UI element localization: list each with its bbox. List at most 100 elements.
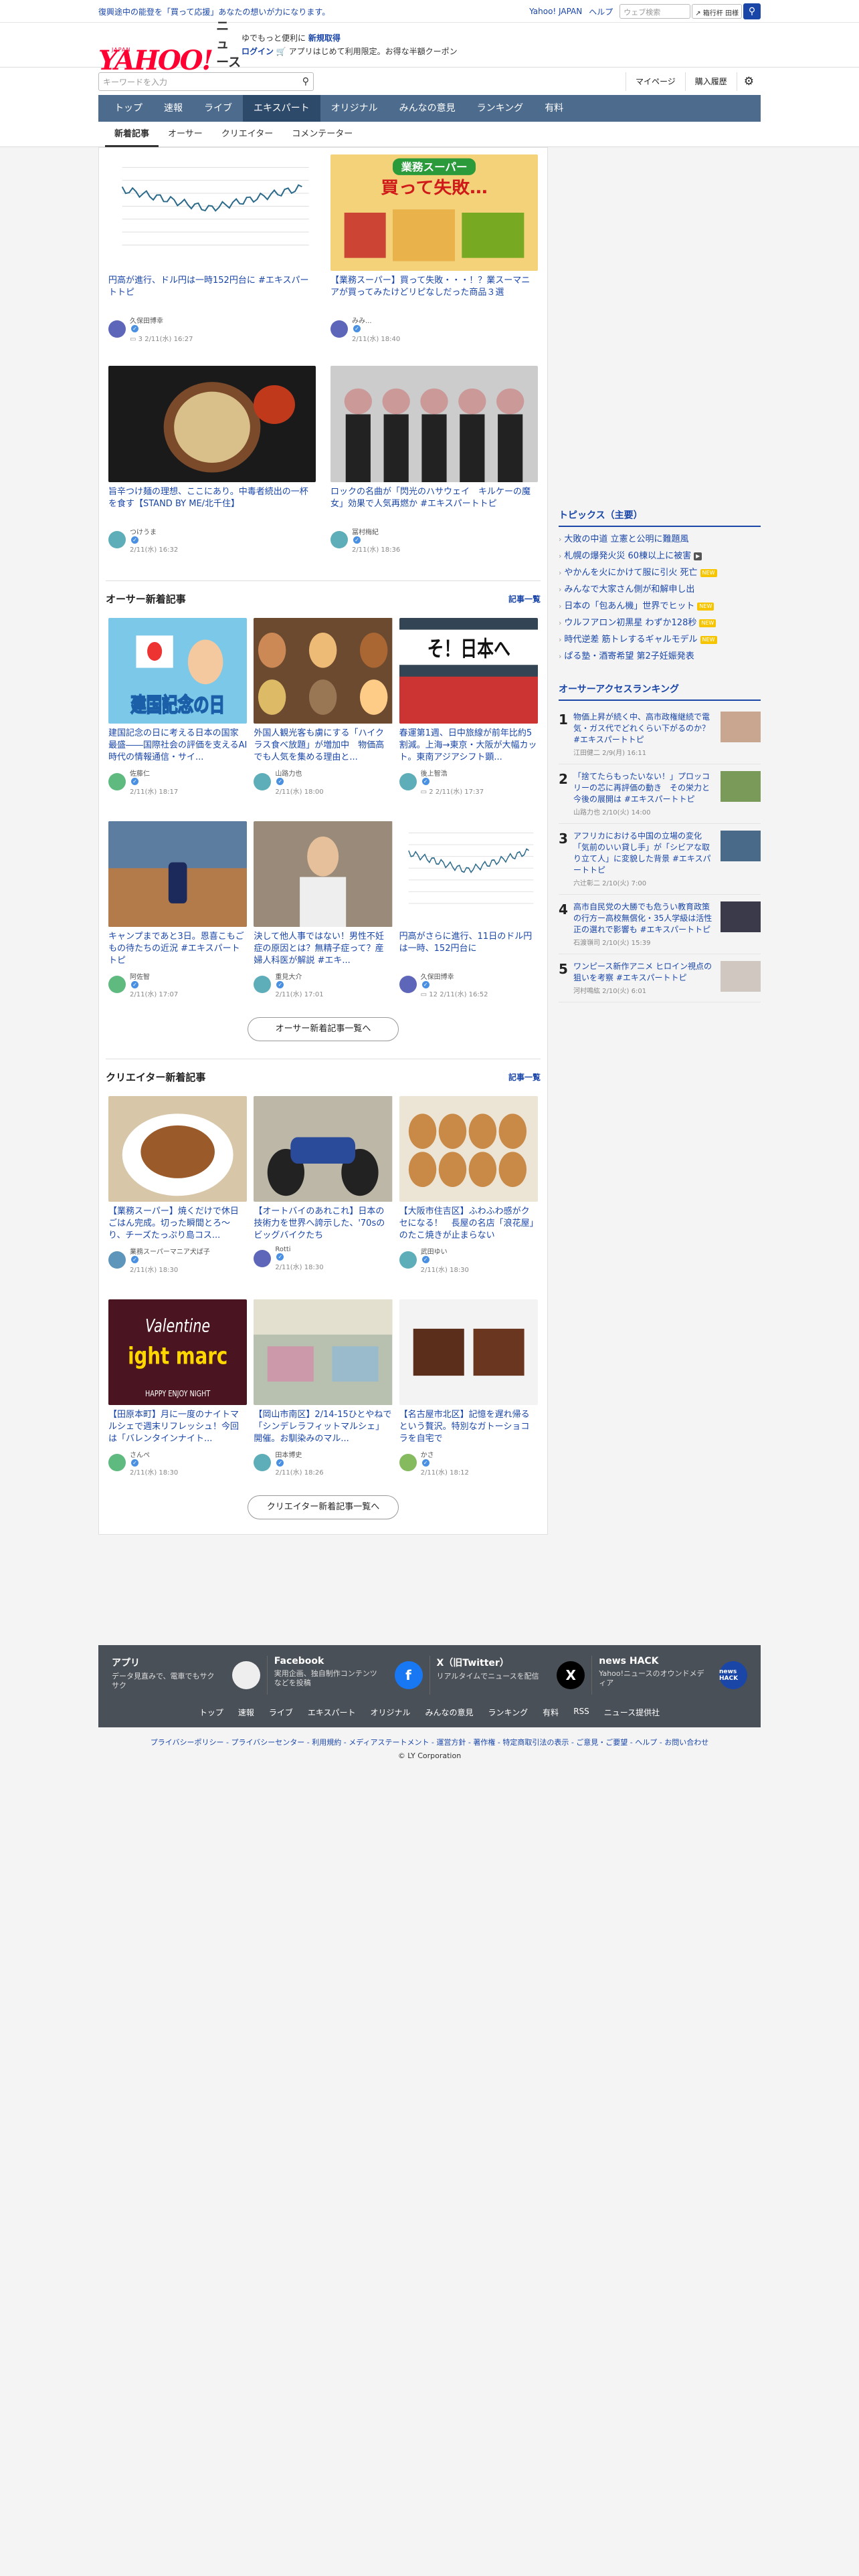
article-thumbnail[interactable] — [254, 821, 393, 927]
ranking-item[interactable]: 3 アフリカにおける中国の立場の変化 「気前のいい貸し手」が「シビアな取り立て人」… — [559, 824, 761, 895]
nav-tab[interactable]: 速報 — [153, 95, 193, 122]
footer-link[interactable]: RSS — [573, 1707, 589, 1718]
article-title[interactable]: 【名古屋市北区】記憶を遅れ帰るという贅沢。特別なガトーショコラを自宅で — [399, 1409, 538, 1445]
footer-link[interactable]: 有料 — [543, 1707, 559, 1718]
article-thumbnail[interactable] — [108, 821, 248, 927]
ranking-thumbnail[interactable] — [721, 771, 761, 802]
author-name[interactable]: 重見大介 — [275, 971, 323, 981]
article-card[interactable]: 【名古屋市北区】記憶を遅れ帰るという贅沢。特別なガトーショコラを自宅で かさ ✓ 2/… — [399, 1299, 538, 1477]
nav-tab[interactable]: みんなの意見 — [389, 95, 466, 122]
footer-link[interactable]: ランキング — [488, 1707, 529, 1718]
footer-link[interactable]: エキスパート — [308, 1707, 356, 1718]
history-button[interactable]: 購入履歴 — [684, 72, 737, 91]
author-name[interactable]: 後上智浩 — [421, 768, 484, 778]
topic-text[interactable]: 時代逆差 筋トレするギャルモデル — [564, 631, 697, 648]
creator-more-link[interactable]: 記事一覧 — [508, 1071, 541, 1083]
footer-link[interactable]: みんなの意見 — [425, 1707, 474, 1718]
topic-item[interactable]: › やかんを火にかけて服に引火 死亡 NEW — [559, 564, 761, 581]
article-card[interactable]: ロックの名曲が「閃光のハサウェイ キルケーの魔女」効果で人気再燃か #エキスパー… — [330, 365, 538, 554]
author-name[interactable]: 業務スーパーマニア犬ぱ子 — [130, 1246, 210, 1256]
ranking-item[interactable]: 4 高市自民党の大勝でも危うい教育政策の行方ー高校無償化・35人学級は活性正の選れ… — [559, 895, 761, 954]
article-title[interactable]: 春運第1週、日中旅線が前年比約5割減。上海→東京・大阪が大幅カット。東南アジアシ… — [399, 728, 538, 764]
ranking-item[interactable]: 2 「捨てたらもったいない！」プロッコリーの芯に再評価の動き その栄力と今後の展開… — [559, 764, 761, 824]
topic-item[interactable]: › 大敗の中道 立憲と公明に難題風 — [559, 531, 761, 548]
article-title[interactable]: 決して他人事ではない！男性不妊症の原因とは？無精子症って？産婦人科医が解説 #エ… — [254, 931, 392, 967]
topic-item[interactable]: › みんなで大家さん側が和解申し出 — [559, 581, 761, 598]
ranking-title[interactable]: 高市自民党の大勝でも危うい教育政策の行方ー高校無償化・35人学級は活性正の選れで… — [573, 901, 715, 936]
article-thumbnail[interactable]: 建国記念の日 — [108, 618, 248, 724]
article-title[interactable]: 【大阪市住吉区】ふわふわ感がクセになる！ 長屋の名店「浪花屋」のたこ焼きが止まら… — [399, 1206, 538, 1242]
article-card[interactable]: キャンプまであと3日。恩喜こもごもの待たちの近況 #エキスパートトピ 阿佐智 ✓ 2/… — [108, 821, 248, 998]
article-title[interactable]: 旨辛つけ麺の理想、ここにあり。中毒者続出の一杯を食す【STAND BY ME/北… — [108, 486, 316, 522]
article-title[interactable]: 【業務スーパー】焼くだけで休日ごはん完成。切った瞬間とろ〜り、チーズたっぷり島コ… — [108, 1206, 247, 1242]
article-card[interactable]: 建国記念の日建国記念の日に考える日本の国家最盛――国際社会の評価を支えるAI時代… — [108, 618, 248, 796]
article-card[interactable]: 旨辛つけ麺の理想、ここにあり。中毒者続出の一杯を食す【STAND BY ME/北… — [108, 365, 316, 554]
article-card[interactable]: Valentine ight marc HAPPY ENJOY NIGHT 【田原本町… — [108, 1299, 248, 1477]
article-card[interactable]: 業務スーパー 買って失敗… 【業務スーパー】買って失敗・・・！？業スーマニアが買って… — [330, 154, 538, 343]
nav-tab[interactable]: エキスパート — [243, 95, 320, 122]
article-card[interactable]: 【オートバイのあれこれ】日本の技術力を世界へ誇示した、'70sのビッグバイクたち… — [254, 1096, 393, 1274]
mypage-button[interactable]: マイページ — [625, 72, 685, 91]
nav-tab[interactable]: 有料 — [534, 95, 574, 122]
creator-list-button[interactable]: クリエイター新着記事一覧へ — [248, 1495, 399, 1519]
app-icon[interactable] — [231, 1661, 260, 1689]
newshack-icon[interactable]: news HACK — [719, 1661, 747, 1689]
article-thumbnail[interactable]: そ！日本へ — [399, 618, 538, 724]
author-name[interactable]: 佐藤仁 — [130, 768, 178, 778]
article-title[interactable]: キャンプまであと3日。恩喜こもごもの待たちの近況 #エキスパートトピ — [108, 931, 247, 967]
ranking-thumbnail[interactable] — [721, 712, 761, 742]
article-card[interactable]: 【業務スーパー】焼くだけで休日ごはん完成。切った瞬間とろ〜り、チーズたっぷり島コ… — [108, 1096, 248, 1274]
author-name[interactable]: 田本博史 — [275, 1449, 323, 1459]
footer-app-3[interactable]: news HACK Yahoo!ニュースのオウンドメディア news HACK — [592, 1656, 754, 1695]
article-thumbnail[interactable]: Valentine ight marc HAPPY ENJOY NIGHT — [108, 1299, 248, 1405]
subnav-tab[interactable]: オーサー — [159, 122, 212, 147]
article-thumbnail[interactable] — [108, 1096, 248, 1202]
author-name[interactable]: さんぺ — [130, 1449, 178, 1459]
footer-app-2[interactable]: X（旧Twitter） リアルタイムでニュースを配信 X — [430, 1656, 593, 1695]
nav-tab[interactable]: ランキング — [466, 95, 535, 122]
subnav-tab[interactable]: クリエイター — [212, 122, 282, 147]
new-register-link[interactable]: 新規取得 — [308, 33, 341, 43]
ranking-title[interactable]: 物価上昇が続く中、高市政権継続で電気・ガス代でどれくらい下がるのか？ #エキスパ… — [573, 712, 715, 746]
ranking-thumbnail[interactable] — [721, 831, 761, 861]
topic-item[interactable]: › 札幌の爆発火災 60棟以上に被害 ▶ — [559, 548, 761, 564]
owner-more-link[interactable]: 記事一覧 — [508, 593, 541, 605]
article-title[interactable]: 【田原本町】月に一度のナイトマルシェで週末リフレッシュ！今回は「バレンタインナイ… — [108, 1409, 247, 1445]
ranking-title[interactable]: ワンピース新作アニメ ヒロイン視点の狙いを考察 #エキスパートトピ — [573, 961, 715, 984]
article-card[interactable]: 【大阪市住吉区】ふわふわ感がクセになる！ 長屋の名店「浪花屋」のたこ焼きが止まら… — [399, 1096, 538, 1274]
facebook-icon[interactable]: f — [394, 1661, 423, 1689]
author-name[interactable]: 山路力也 — [275, 768, 323, 778]
yahoo-news-logo[interactable]: YAHOO! JAPAN ニュース — [98, 16, 242, 74]
author-name[interactable]: 久保田博幸 — [130, 315, 193, 325]
article-thumbnail[interactable] — [108, 365, 316, 482]
gear-icon[interactable]: ⚙ — [736, 72, 761, 91]
topic-item[interactable]: › ぱる塾・酒寄希望 第2子妊娠発表 — [559, 648, 761, 665]
article-card[interactable]: そ！日本へ春運第1週、日中旅線が前年比約5割減。上海→東京・大阪が大幅カット。東… — [399, 618, 538, 796]
subnav-tab[interactable]: 新着記事 — [105, 122, 159, 147]
article-thumbnail[interactable]: 業務スーパー 買って失敗… — [330, 154, 538, 271]
author-name[interactable]: 冨村梅紀 — [352, 526, 400, 536]
nav-tab[interactable]: トップ — [104, 95, 153, 122]
article-title[interactable]: 【岡山市南区】2/14-15ひとやねで「シンデレラフィットマルシェ」開催。お馴染… — [254, 1409, 392, 1445]
article-thumbnail[interactable] — [399, 821, 538, 927]
article-card[interactable]: 外国人観光客も虜にする「ハイクラス食べ放題」が増加中 物価高でも人気を集める理由… — [254, 618, 393, 796]
author-name[interactable]: みみ... — [352, 315, 400, 325]
topic-item[interactable]: › 時代逆差 筋トレするギャルモデル NEW — [559, 631, 761, 648]
ranking-title[interactable]: アフリカにおける中国の立場の変化 「気前のいい貸し手」が「シビアな取り立て人」に… — [573, 831, 715, 876]
article-title[interactable]: 建国記念の日に考える日本の国家最盛――国際社会の評価を支えるAI時代の情報通信・… — [108, 728, 247, 764]
help-link[interactable]: ヘルプ — [589, 6, 613, 17]
article-thumbnail[interactable] — [399, 1299, 538, 1405]
article-title[interactable]: 外国人観光客も虜にする「ハイクラス食べ放題」が増加中 物価高でも人気を集める理由… — [254, 728, 392, 764]
subnav-tab[interactable]: コメンテーター — [282, 122, 362, 147]
footer-link[interactable]: トップ — [199, 1707, 223, 1718]
author-name[interactable]: つけうま — [130, 526, 178, 536]
topic-text[interactable]: 札幌の爆発火災 60棟以上に被害 — [564, 548, 691, 564]
login-link[interactable]: ログイン — [242, 47, 274, 56]
topic-text[interactable]: みんなで大家さん側が和解申し出 — [564, 581, 694, 598]
nav-tab[interactable]: ライブ — [193, 95, 243, 122]
ranking-title[interactable]: 「捨てたらもったいない！」プロッコリーの芯に再評価の動き その栄力と今後の展開は… — [573, 771, 715, 805]
article-thumbnail[interactable] — [254, 618, 393, 724]
topic-item[interactable]: › ウルフアロン初黒星 わずか128秒 NEW — [559, 615, 761, 631]
article-title[interactable]: 円高が進行、ドル円は一時152円台に #エキスパートトピ — [108, 275, 316, 311]
footer-link[interactable]: ライブ — [269, 1707, 293, 1718]
